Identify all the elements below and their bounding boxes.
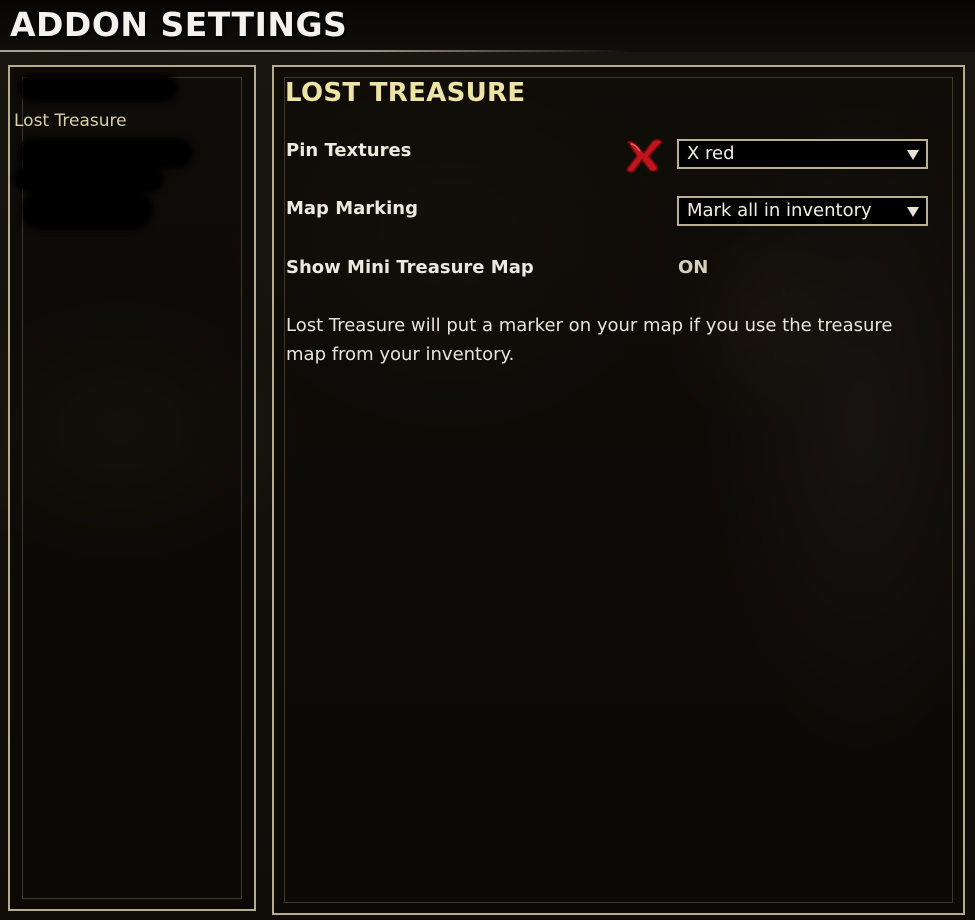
map-marking-label: Map Marking — [286, 198, 418, 219]
addon-list-item-lost-treasure[interactable]: Lost Treasure — [14, 105, 244, 137]
section-title: LOST TREASURE — [285, 78, 526, 108]
page-title: ADDON SETTINGS — [10, 5, 348, 44]
red-x-pin-icon — [626, 139, 663, 173]
redaction-mask — [22, 190, 152, 230]
mini-map-toggle[interactable]: ON — [678, 257, 708, 278]
title-divider — [0, 50, 630, 52]
redaction-mask — [14, 164, 164, 192]
redaction-mask — [18, 74, 178, 102]
pin-textures-value: X red — [687, 143, 735, 164]
title-bar: ADDON SETTINGS — [0, 0, 975, 52]
mini-map-label: Show Mini Treasure Map — [286, 257, 534, 278]
addon-description: Lost Treasure will put a marker on your … — [286, 315, 893, 365]
settings-panel — [272, 65, 965, 915]
dropdown-arrow-icon — [907, 150, 919, 160]
map-marking-dropdown[interactable]: Mark all in inventory — [677, 196, 928, 226]
map-marking-value: Mark all in inventory — [687, 200, 872, 221]
dropdown-arrow-icon — [907, 207, 919, 217]
pin-textures-label: Pin Textures — [286, 140, 412, 161]
pin-textures-dropdown[interactable]: X red — [677, 139, 928, 169]
